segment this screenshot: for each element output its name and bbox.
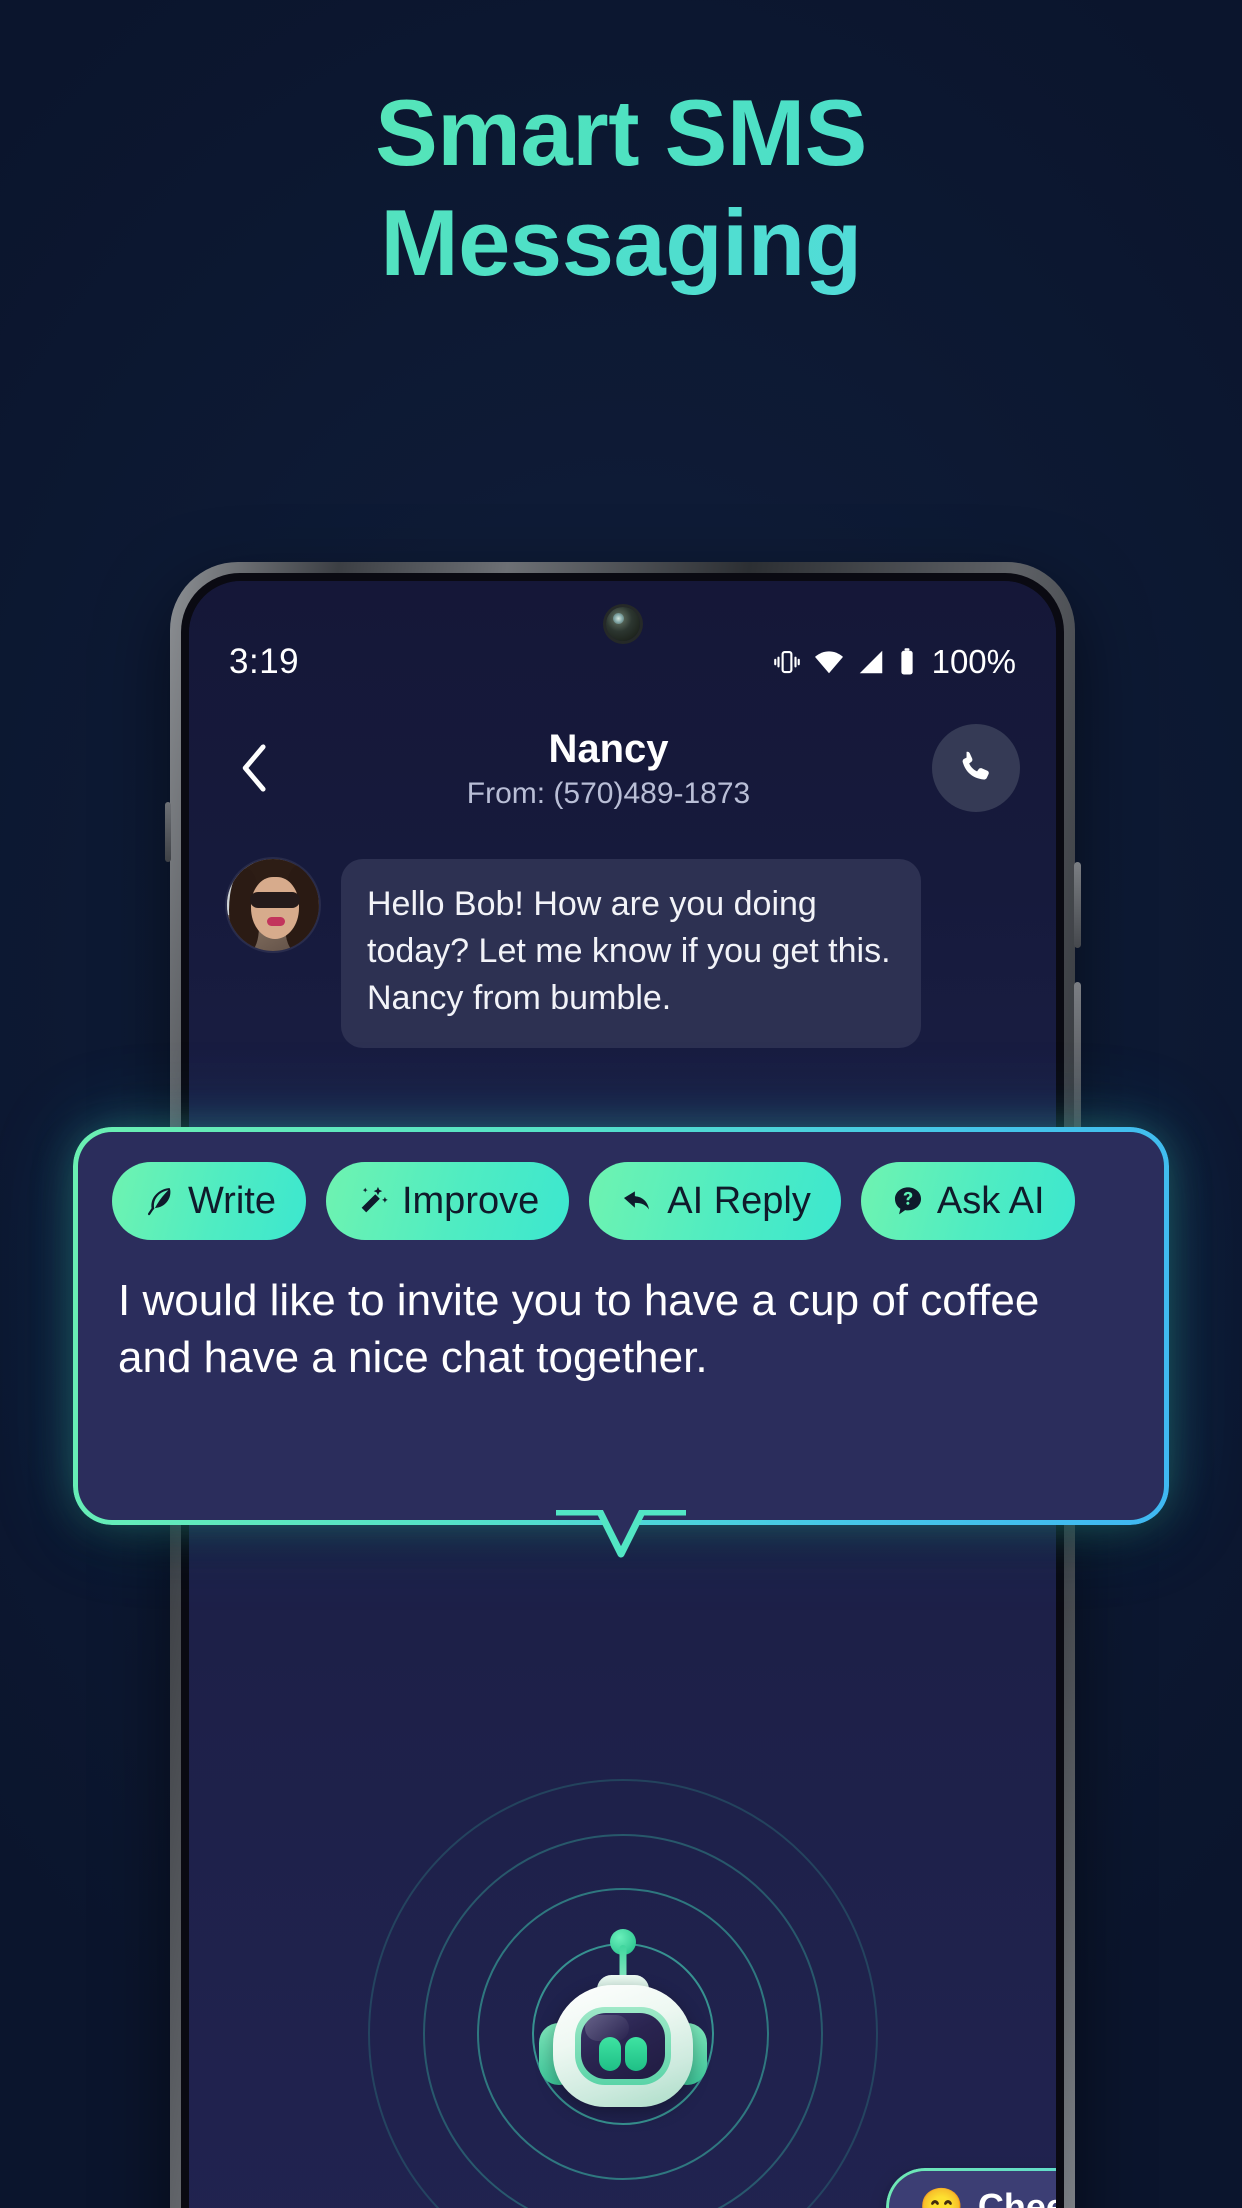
reply-arrow-icon (624, 1191, 650, 1210)
phone-volume-button[interactable] (1074, 982, 1081, 1142)
back-button[interactable] (225, 738, 285, 798)
chip-label: Cheer Up a Friend (977, 2186, 1056, 2208)
ai-reply-button-label: AI Reply (667, 1180, 811, 1222)
vibrate-icon (773, 650, 800, 674)
ai-action-toolbar: Write Improve AI Reply Ask AI (112, 1162, 1130, 1240)
write-button[interactable]: Write (112, 1162, 306, 1240)
contact-phone-number: From: (570)489-1873 (466, 776, 751, 810)
page-title: Smart SMS Messaging (0, 78, 1242, 298)
phone-icon (962, 751, 989, 780)
battery-icon (900, 648, 913, 675)
robot-mascot-icon (538, 1919, 707, 2109)
call-button[interactable] (932, 724, 1020, 812)
magic-wand-icon (361, 1186, 388, 1213)
phone-left-button[interactable] (165, 802, 171, 862)
improve-button-label: Improve (401, 1180, 540, 1222)
message-row: Hello Bob! How are you doing today? Let … (227, 859, 996, 1048)
wifi-icon (814, 651, 843, 674)
front-camera-icon (605, 607, 640, 641)
message-text: Hello Bob! How are you doing today? Let … (367, 885, 891, 1017)
page-title-line-2: Messaging (0, 188, 1242, 298)
write-button-label: Write (188, 1180, 276, 1222)
page-title-line-1: Smart SMS (0, 78, 1242, 188)
chevron-left-icon (242, 744, 266, 792)
ask-ai-button[interactable]: Ask AI (860, 1162, 1075, 1240)
chat-contact-info: Nancy From: (570)489-1873 (285, 726, 932, 811)
improve-button[interactable]: Improve (325, 1162, 570, 1240)
status-bar-icons: 100% (772, 643, 1016, 681)
ai-reply-button[interactable]: AI Reply (589, 1162, 841, 1240)
status-bar-time: 3:19 (229, 642, 300, 681)
ai-suggestion-text[interactable]: I would like to invite you to have a cup… (118, 1272, 1124, 1386)
feather-pen-icon (147, 1187, 171, 1216)
chip-cheer-up-a-friend[interactable]: 😁 Cheer Up a Friend (889, 2171, 1056, 2208)
phone-power-button[interactable] (1074, 862, 1081, 948)
question-chat-icon (894, 1187, 921, 1215)
status-bar: 3:19 100% (189, 639, 1056, 685)
battery-percentage: 100% (931, 643, 1016, 680)
cellular-signal-icon (859, 650, 882, 674)
chat-header: Nancy From: (570)489-1873 (189, 713, 1056, 823)
ai-assistant-popup: Write Improve AI Reply Ask AI I would li… (78, 1132, 1164, 1520)
avatar (227, 859, 319, 951)
popup-pointer-arrow (556, 1510, 686, 1558)
message-bubble[interactable]: Hello Bob! How are you doing today? Let … (341, 859, 921, 1048)
ask-ai-button-label: Ask AI (936, 1180, 1045, 1222)
smiling-face-emoji: 😁 (919, 2186, 964, 2208)
contact-name: Nancy (548, 726, 669, 771)
